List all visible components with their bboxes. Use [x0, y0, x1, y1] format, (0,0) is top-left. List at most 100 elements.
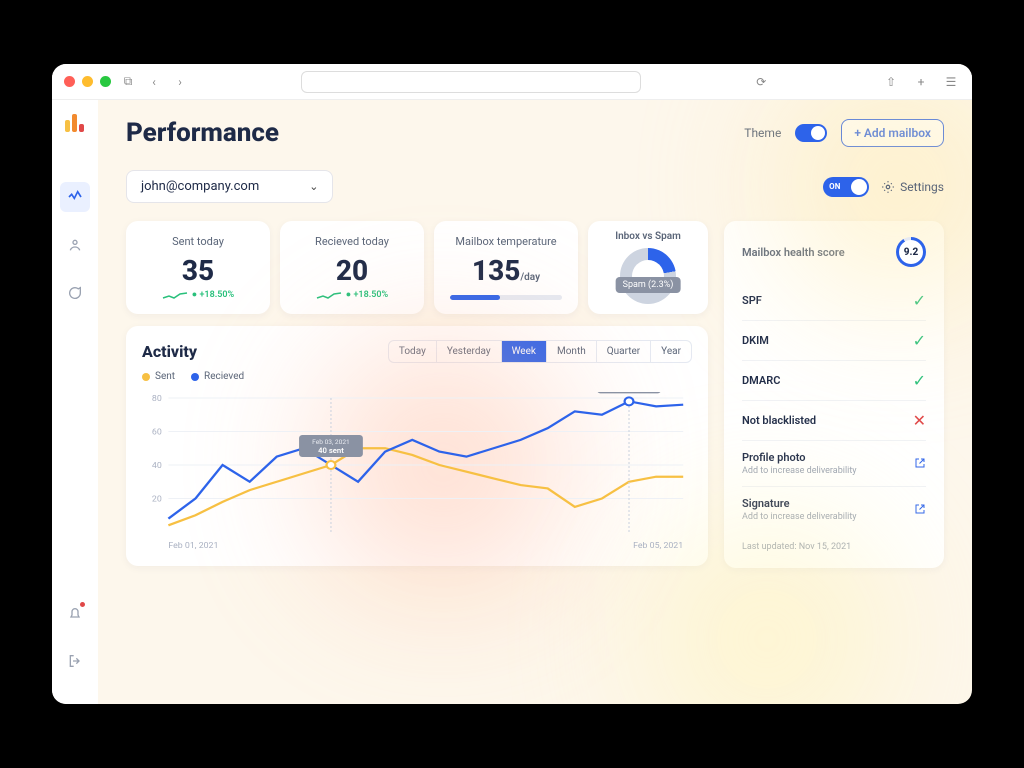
check-icon: ✓: [913, 331, 926, 350]
external-link-icon: [914, 454, 926, 473]
health-score-ring-icon: 9.2: [896, 237, 926, 267]
range-tab-today[interactable]: Today: [389, 341, 437, 362]
gear-icon: [881, 180, 895, 194]
back-icon[interactable]: ‹: [145, 73, 163, 91]
stat-sent-value: 35: [142, 254, 254, 287]
browser-chrome: ⧉ ‹ › ⟳ ⇧ + ☰: [52, 64, 972, 100]
activity-chart: 80 60 40 20 Feb 01, 2021 Feb 05, 2021 Feb 03, …: [142, 392, 692, 552]
health-item-name: Profile photo: [742, 451, 857, 464]
legend-received-label: Recieved: [204, 371, 244, 382]
health-item[interactable]: Signature Add to increase deliverability: [742, 487, 926, 532]
stat-sent-label: Sent today: [142, 235, 254, 248]
forward-icon[interactable]: ›: [171, 73, 189, 91]
minimize-window-icon[interactable]: [82, 76, 93, 87]
health-item-name: DKIM: [742, 334, 769, 347]
external-link-icon: [914, 500, 926, 519]
nav-performance-icon[interactable]: [60, 182, 90, 212]
close-window-icon[interactable]: [64, 76, 75, 87]
health-item-name: Not blacklisted: [742, 414, 816, 427]
theme-toggle[interactable]: [795, 124, 827, 142]
svg-text:Feb 03, 2021: Feb 03, 2021: [312, 438, 350, 446]
theme-label: Theme: [744, 126, 781, 140]
health-item-sub: Add to increase deliverability: [742, 512, 857, 522]
check-icon: ✓: [913, 371, 926, 390]
spam-pie-icon: [620, 248, 676, 304]
browser-window: ⧉ ‹ › ⟳ ⇧ + ☰: [52, 64, 972, 704]
sparkline-icon: [162, 290, 188, 300]
stat-received-card: Recieved today 20 ● +18.50%: [280, 221, 424, 314]
nav-chat-icon[interactable]: [60, 278, 90, 308]
health-item: Not blacklisted ✕: [742, 401, 926, 441]
legend-sent-dot-icon: [142, 373, 150, 381]
check-icon: ✓: [913, 291, 926, 310]
add-mailbox-button[interactable]: + Add mailbox: [841, 119, 944, 147]
app-logo[interactable]: [65, 112, 85, 132]
range-tab-year[interactable]: Year: [651, 341, 691, 362]
activity-card: Activity Today Yesterday Week Month Quar…: [126, 326, 708, 566]
health-item: DKIM ✓: [742, 321, 926, 361]
spam-tooltip: Spam (2.3%): [616, 277, 681, 293]
activity-range-tabs: Today Yesterday Week Month Quarter Year: [388, 340, 692, 363]
url-bar[interactable]: [301, 71, 641, 93]
activity-title: Activity: [142, 342, 197, 361]
health-title: Mailbox health score: [742, 246, 845, 259]
new-tab-icon[interactable]: +: [912, 73, 930, 91]
sidebar-toggle-icon[interactable]: ⧉: [119, 73, 137, 91]
sparkline-icon: [316, 290, 342, 300]
tabs-icon[interactable]: ☰: [942, 73, 960, 91]
stat-received-delta: ● +18.50%: [346, 289, 388, 300]
activity-legend: Sent Recieved: [142, 371, 692, 382]
legend-received-dot-icon: [191, 373, 199, 381]
app-root: Performance Theme + Add mailbox john@com…: [52, 100, 972, 704]
settings-label: Settings: [900, 180, 944, 194]
range-tab-week[interactable]: Week: [502, 341, 547, 362]
nav-logout-icon[interactable]: [60, 646, 90, 676]
toggle-on-label: ON: [829, 182, 840, 191]
stat-temperature-value: 135/day: [450, 254, 562, 287]
page-title: Performance: [126, 118, 279, 148]
health-score-value: 9.2: [904, 247, 919, 258]
mailbox-power-toggle[interactable]: ON: [823, 177, 869, 197]
svg-text:20: 20: [152, 495, 162, 505]
reload-icon[interactable]: ⟳: [752, 73, 770, 91]
stat-sent-card: Sent today 35 ● +18.50%: [126, 221, 270, 314]
svg-text:40 sent: 40 sent: [318, 446, 344, 455]
stat-spam-label: Inbox vs Spam: [596, 231, 700, 242]
health-card: Mailbox health score 9.2 SPF✓DKIM✓DMARC✓…: [724, 221, 944, 568]
health-item-name: Signature: [742, 497, 857, 510]
range-tab-month[interactable]: Month: [547, 341, 597, 362]
svg-text:80: 80: [152, 394, 162, 404]
temperature-progress: [450, 295, 562, 300]
health-item-name: SPF: [742, 294, 762, 307]
svg-text:40: 40: [152, 461, 162, 471]
chevron-down-icon: ⌄: [309, 180, 318, 193]
nav-profile-icon[interactable]: [60, 230, 90, 260]
stat-temperature-card: Mailbox temperature 135/day: [434, 221, 578, 314]
sidebar: [52, 100, 98, 704]
range-tab-yesterday[interactable]: Yesterday: [437, 341, 502, 362]
cross-icon: ✕: [913, 411, 926, 430]
mailbox-selector[interactable]: john@company.com ⌄: [126, 170, 333, 203]
health-item: DMARC✓: [742, 361, 926, 401]
stat-sent-delta: ● +18.50%: [192, 289, 234, 300]
stat-temperature-label: Mailbox temperature: [450, 235, 562, 248]
health-item-sub: Add to increase deliverability: [742, 466, 857, 476]
nav-notifications-icon[interactable]: [60, 598, 90, 628]
range-tab-quarter[interactable]: Quarter: [597, 341, 651, 362]
settings-link[interactable]: Settings: [881, 180, 944, 194]
traffic-lights: [64, 76, 111, 87]
stat-received-value: 20: [296, 254, 408, 287]
share-icon[interactable]: ⇧: [882, 73, 900, 91]
stat-received-label: Recieved today: [296, 235, 408, 248]
svg-text:Feb 05, 2021: Feb 05, 2021: [633, 541, 683, 551]
svg-text:Feb 01, 2021: Feb 01, 2021: [168, 541, 218, 551]
svg-text:60: 60: [152, 428, 162, 438]
legend-sent-label: Sent: [155, 371, 175, 382]
health-item[interactable]: Profile photo Add to increase deliverabil…: [742, 441, 926, 487]
maximize-window-icon[interactable]: [100, 76, 111, 87]
stat-spam-card: Inbox vs Spam Spam (2.3%): [588, 221, 708, 314]
health-item: SPF ✓: [742, 281, 926, 321]
health-last-updated: Last updated: Nov 15, 2021: [742, 542, 926, 552]
main-content: Performance Theme + Add mailbox john@com…: [98, 100, 972, 704]
mailbox-selected-value: john@company.com: [141, 179, 259, 194]
